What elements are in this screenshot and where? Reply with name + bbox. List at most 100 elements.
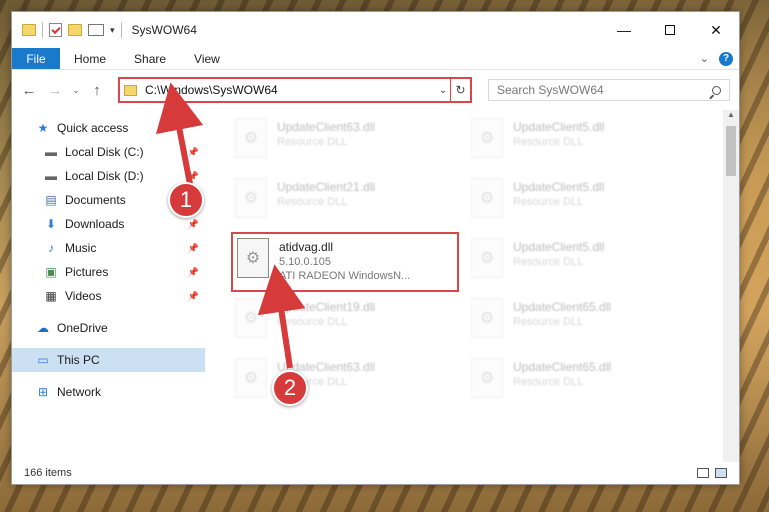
sidebar-item-videos[interactable]: ▦ Videos 📌 bbox=[12, 284, 205, 308]
sidebar-item-label: Network bbox=[57, 385, 102, 399]
tab-view[interactable]: View bbox=[180, 48, 234, 69]
file-type: Resource DLL bbox=[277, 316, 348, 328]
sidebar-item-quick-access[interactable]: ★ Quick access bbox=[12, 116, 205, 140]
sidebar-item-label: Quick access bbox=[57, 121, 129, 135]
tab-home[interactable]: Home bbox=[60, 48, 120, 69]
file-item-atidvag[interactable]: ⚙ atidvag.dll 5.10.0.105 ATI RADEON Wind… bbox=[231, 232, 459, 292]
search-input[interactable]: Search SysWOW64 bbox=[488, 79, 730, 101]
pin-icon: 📌 bbox=[187, 218, 199, 229]
new-folder-icon[interactable] bbox=[68, 24, 82, 36]
sidebar-item-label: Pictures bbox=[65, 265, 109, 279]
file-name: UpdateClient5.dll bbox=[513, 180, 605, 194]
drive-icon: ▬ bbox=[45, 169, 57, 183]
dll-file-icon: ⚙ bbox=[237, 238, 269, 278]
dll-file-icon: ⚙ bbox=[471, 238, 503, 278]
large-icons-view-icon[interactable] bbox=[715, 468, 727, 478]
maximize-icon bbox=[665, 25, 675, 35]
dll-file-icon: ⚙ bbox=[471, 118, 503, 158]
sidebar-item-local-disk-c[interactable]: ▬ Local Disk (C:) 📌 bbox=[12, 140, 205, 164]
sidebar-item-label: Videos bbox=[65, 289, 102, 303]
file-item[interactable]: ⚙ UpdateClient65.dll Resource DLL bbox=[467, 294, 687, 346]
expand-ribbon-icon[interactable]: ⌄ bbox=[700, 52, 709, 65]
file-name: UpdateClient65.dll bbox=[513, 300, 612, 314]
up-button[interactable]: ↑ bbox=[86, 82, 108, 99]
file-item[interactable]: ⚙ UpdateClient5.dll Resource DLL bbox=[467, 174, 687, 226]
refresh-button[interactable]: ↻ bbox=[450, 79, 470, 101]
file-type: Resource DLL bbox=[513, 256, 584, 268]
tab-file[interactable]: File bbox=[12, 48, 60, 69]
file-item[interactable]: ⚙ UpdateClient5.dll Resource DLL bbox=[467, 114, 687, 166]
cloud-icon: ☁ bbox=[37, 321, 49, 335]
network-icon: ⊞ bbox=[37, 385, 49, 399]
file-name: UpdateClient63.dll bbox=[277, 120, 376, 134]
help-icon[interactable]: ? bbox=[719, 51, 733, 66]
back-button[interactable]: ← bbox=[18, 82, 40, 99]
file-item[interactable]: ⚙ UpdateClient63.dll Resource DLL bbox=[231, 114, 451, 166]
file-item[interactable]: ⚙ UpdateClient65.dll Resource DLL bbox=[467, 354, 687, 406]
navigation-bar: ← → ⌄ ↑ C:\Windows\SysWOW64 ⌄ ↻ Search S… bbox=[12, 70, 739, 110]
pin-icon: 📌 bbox=[187, 170, 199, 181]
file-type: Resource DLL bbox=[513, 316, 584, 328]
properties-icon[interactable] bbox=[49, 23, 62, 37]
folder-icon bbox=[22, 24, 36, 36]
pin-icon: 📌 bbox=[187, 242, 199, 253]
sidebar-item-onedrive[interactable]: ☁ OneDrive bbox=[12, 316, 205, 340]
search-icon bbox=[712, 85, 721, 95]
file-description: ATI RADEON WindowsN... bbox=[279, 270, 411, 282]
forward-button[interactable]: → bbox=[44, 82, 66, 99]
file-item[interactable]: ⚙ UpdateClient21.dll Resource DLL bbox=[231, 174, 451, 226]
dll-file-icon: ⚙ bbox=[471, 298, 503, 338]
music-icon: ♪ bbox=[48, 241, 54, 255]
file-type: Resource DLL bbox=[277, 136, 348, 148]
ribbon-right: ⌄ ? bbox=[700, 48, 739, 69]
status-bar: 166 items bbox=[12, 462, 739, 484]
sidebar-item-label: Local Disk (D:) bbox=[65, 169, 144, 183]
details-view-icon[interactable] bbox=[697, 468, 709, 478]
sidebar-item-network[interactable]: ⊞ Network bbox=[12, 380, 205, 404]
window-controls: — ✕ bbox=[601, 12, 739, 48]
computer-icon: ▭ bbox=[37, 353, 49, 367]
address-bar[interactable]: C:\Windows\SysWOW64 ⌄ ↻ bbox=[118, 77, 472, 103]
scroll-thumb[interactable] bbox=[726, 126, 736, 176]
sidebar-item-music[interactable]: ♪ Music 📌 bbox=[12, 236, 205, 260]
file-item[interactable]: ⚙ UpdateClient19.dll Resource DLL bbox=[231, 294, 451, 346]
vertical-scrollbar[interactable]: ▲ bbox=[723, 110, 739, 462]
tab-share[interactable]: Share bbox=[120, 48, 180, 69]
ribbon-tabs: File Home Share View ⌄ ? bbox=[12, 48, 739, 70]
sidebar-item-this-pc[interactable]: ▭ This PC bbox=[12, 348, 205, 372]
pin-icon: 📌 bbox=[187, 266, 199, 277]
view-icon[interactable] bbox=[88, 24, 104, 36]
dll-file-icon: ⚙ bbox=[471, 358, 503, 398]
file-item[interactable]: ⚙ UpdateClient63.dll Resource DLL bbox=[231, 354, 451, 406]
step-badge-1: 1 bbox=[168, 182, 204, 218]
recent-locations-icon[interactable]: ⌄ bbox=[70, 85, 82, 96]
sidebar-item-label: Documents bbox=[65, 193, 126, 207]
window-title: SysWOW64 bbox=[131, 23, 197, 37]
dll-file-icon: ⚙ bbox=[235, 358, 267, 398]
minimize-button[interactable]: — bbox=[601, 12, 647, 48]
divider bbox=[120, 22, 122, 38]
sidebar-item-pictures[interactable]: ▣ Pictures 📌 bbox=[12, 260, 205, 284]
item-count: 166 items bbox=[24, 467, 72, 479]
downloads-icon: ⬇ bbox=[45, 217, 57, 231]
drive-icon: ▬ bbox=[45, 145, 57, 159]
quick-access-toolbar: ▾ bbox=[12, 22, 122, 38]
scroll-up-icon[interactable]: ▲ bbox=[723, 110, 739, 124]
close-button[interactable]: ✕ bbox=[693, 12, 739, 48]
pin-icon: 📌 bbox=[187, 290, 199, 301]
sidebar-item-label: Downloads bbox=[65, 217, 125, 231]
pictures-icon: ▣ bbox=[45, 265, 57, 279]
sidebar-item-label: Local Disk (C:) bbox=[65, 145, 144, 159]
sidebar-item-label: Music bbox=[65, 241, 97, 255]
file-name: UpdateClient5.dll bbox=[513, 120, 605, 134]
address-dropdown-icon[interactable]: ⌄ bbox=[436, 85, 450, 96]
file-item[interactable]: ⚙ UpdateClient5.dll Resource DLL bbox=[467, 234, 687, 286]
address-path[interactable]: C:\Windows\SysWOW64 bbox=[145, 83, 436, 97]
file-type: Resource DLL bbox=[513, 376, 584, 388]
dll-file-icon: ⚙ bbox=[235, 118, 267, 158]
folder-icon bbox=[124, 84, 137, 96]
sidebar-item-label: This PC bbox=[57, 353, 100, 367]
maximize-button[interactable] bbox=[647, 12, 693, 48]
customize-dropdown-icon[interactable]: ▾ bbox=[110, 25, 115, 36]
